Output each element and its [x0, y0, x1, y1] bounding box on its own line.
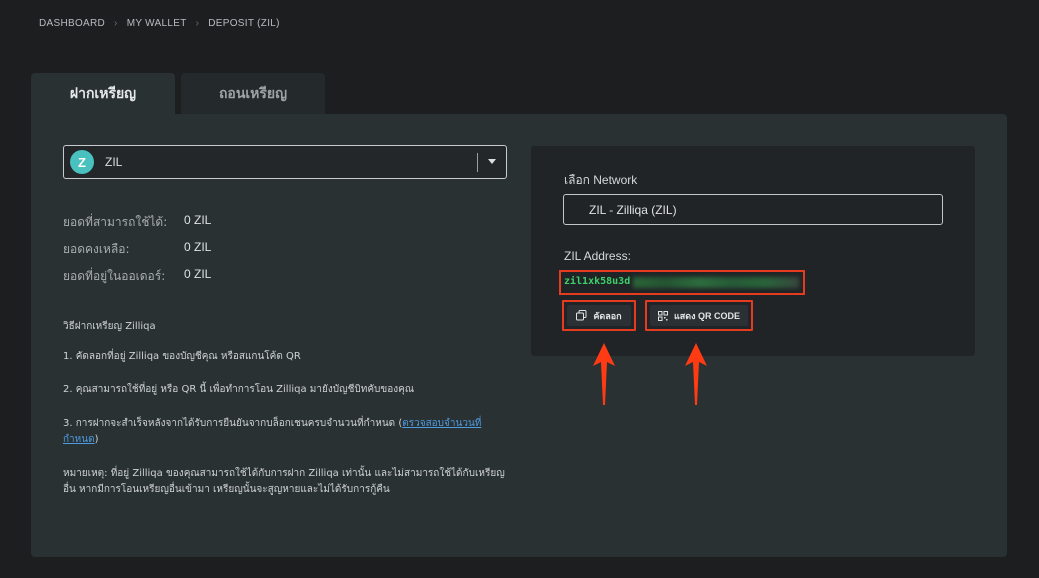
- coin-select-value: ZIL: [105, 155, 123, 169]
- instruction-step-3-text: 3. การฝากจะสำเร็จหลังจากได้รับการยืนยันจ…: [63, 418, 403, 429]
- qr-code-icon: [657, 310, 668, 321]
- copy-icon: [576, 310, 587, 321]
- balance-value: 0 ZIL: [184, 240, 212, 254]
- arrow-up-icon: [685, 343, 707, 405]
- deposit-address[interactable]: zil1xk58u3d: [564, 276, 630, 287]
- arrow-up-icon: [593, 343, 615, 405]
- instruction-step-2: 2. คุณสามารถใช้ที่อยู่ หรือ QR นี้ เพื่อ…: [63, 384, 415, 395]
- breadcrumb-dashboard[interactable]: DASHBOARD: [39, 18, 105, 29]
- balance-label: ยอดที่สามารถใช้ได้:: [63, 215, 168, 229]
- tab-withdraw[interactable]: ถอนเหรียญ: [181, 73, 325, 115]
- instructions-title: วิธีฝากเหรียญ Zilliqa: [63, 321, 156, 332]
- select-divider: [477, 153, 478, 172]
- show-qr-button[interactable]: แสดง QR CODE: [650, 305, 748, 326]
- copy-button-label: คัดลอก: [593, 310, 622, 321]
- copy-button-highlight: คัดลอก: [562, 300, 636, 331]
- chevron-right-icon: ›: [114, 18, 118, 29]
- copy-button[interactable]: คัดลอก: [567, 305, 631, 326]
- address-label: ZIL Address:: [564, 249, 631, 263]
- balance-label: ยอดคงเหลือ:: [63, 242, 130, 256]
- chevron-right-icon: ›: [195, 18, 200, 29]
- zil-logo-icon: Z: [70, 150, 94, 174]
- breadcrumb-my-wallet[interactable]: MY WALLET: [127, 18, 187, 29]
- qr-button-highlight: แสดง QR CODE: [645, 300, 753, 331]
- balance-value: 0 ZIL: [184, 213, 212, 227]
- breadcrumb-current: DEPOSIT (ZIL): [208, 18, 280, 29]
- network-label: เลือก Network: [564, 173, 638, 187]
- coin-select[interactable]: Z ZIL: [63, 145, 507, 179]
- address-redaction: [633, 277, 799, 288]
- instruction-note: หมายเหตุ: ที่อยู่ Zilliqa ของคุณสามารถใช…: [63, 468, 505, 495]
- show-qr-button-label: แสดง QR CODE: [673, 310, 741, 321]
- chevron-down-icon[interactable]: [488, 159, 496, 164]
- balance-label: ยอดที่อยู่ในออเดอร์:: [63, 269, 166, 283]
- breadcrumb: DASHBOARD › MY WALLET › DEPOSIT (ZIL): [39, 18, 280, 29]
- tab-deposit[interactable]: ฝากเหรียญ: [31, 73, 175, 115]
- instruction-step-3: 3. การฝากจะสำเร็จหลังจากได้รับการยืนยันจ…: [63, 416, 507, 448]
- instruction-step-3-suffix: ): [94, 434, 99, 445]
- address-highlight: zil1xk58u3d: [559, 270, 805, 295]
- network-select-value: ZIL - Zilliqa (ZIL): [589, 203, 677, 217]
- network-select[interactable]: ZIL - Zilliqa (ZIL): [563, 194, 943, 225]
- instruction-step-1: 1. คัดลอกที่อยู่ Zilliqa ของบัญชีคุณ หรื…: [63, 351, 301, 362]
- balance-value: 0 ZIL: [184, 267, 212, 281]
